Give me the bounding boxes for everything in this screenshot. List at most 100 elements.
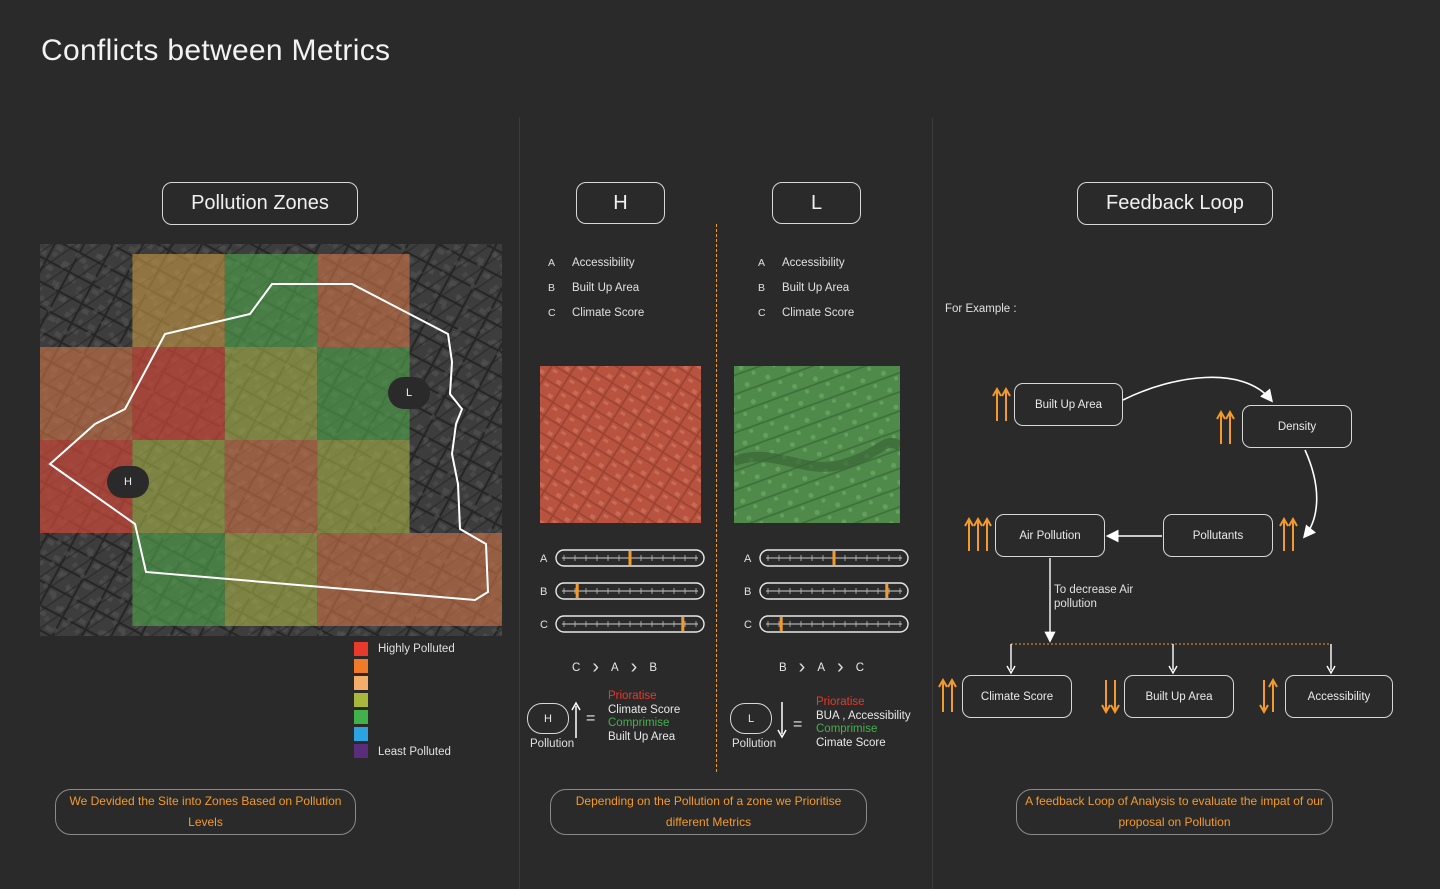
slider-label: B [540, 586, 547, 598]
zone-cell [40, 347, 133, 440]
pollution-legend [354, 642, 368, 761]
h-order-3: B [649, 661, 657, 674]
arrow-down-icon [777, 702, 787, 739]
h-metric-list: A Accessibility B Built Up Area C Climate S… [548, 250, 644, 325]
decrease-label: To decrease Air pollution [1054, 584, 1134, 610]
h-metric-item-a: A Accessibility [548, 256, 635, 269]
up-down-arrow-icon [1259, 678, 1278, 714]
slider-thumb[interactable] [885, 584, 889, 598]
h-metric-item-b: B Built Up Area [548, 281, 640, 294]
l-zone-tile [734, 366, 900, 523]
h-equals-sign: = [586, 710, 596, 727]
feedback-loop-title: Feedback Loop [1077, 182, 1273, 225]
example-label: For Example : [945, 303, 1017, 315]
double-up-arrow-icon [1279, 517, 1298, 551]
pollution-zones-title: Pollution Zones [162, 182, 358, 225]
l-order-2: A [817, 661, 826, 674]
zone-marker-l: L [388, 377, 430, 409]
zone-cell [132, 533, 225, 626]
pollution-zone-map: H L [40, 244, 502, 636]
l-pollution-badge: L [730, 703, 772, 734]
node-climate-score: Climate Score [962, 675, 1072, 718]
l-order-1: B [779, 661, 787, 674]
slider-label: C [744, 619, 752, 631]
l-summary-text: Prioratise BUA , Accessibility Comprimis… [816, 696, 911, 749]
legend-swatches [354, 642, 368, 758]
legend-swatch [354, 642, 368, 656]
zone-cell [224, 440, 318, 533]
h-metric-item-c: C Climate Score [548, 306, 645, 319]
h-slider-group: A B C [540, 549, 705, 633]
slider-thumb[interactable] [628, 551, 632, 565]
arrow-up-icon [571, 701, 581, 738]
metrics-note: Depending on the Pollution of a zone we … [550, 789, 867, 835]
node-accessibility: Accessibility [1285, 675, 1393, 718]
h-sliders: A B C [540, 549, 705, 633]
legend-swatch [354, 659, 368, 673]
l-priority-order: B › A › C [779, 656, 864, 679]
legend-swatch [354, 676, 368, 690]
zone-cell [224, 347, 318, 440]
zone-cell [132, 254, 225, 347]
arrow-density-pollutants [1302, 449, 1318, 539]
node-pollutants: Pollutants [1163, 514, 1273, 557]
map-texture [40, 244, 502, 636]
slider-thumb[interactable] [832, 551, 836, 565]
double-up-arrow-icon [1216, 410, 1235, 444]
double-down-arrow-icon [1101, 680, 1120, 714]
slider-thumb[interactable] [575, 584, 579, 598]
chevron-right-icon: › [630, 656, 638, 678]
page-title: Conflicts between Metrics [41, 34, 391, 67]
legend-swatch [354, 727, 368, 741]
chevron-right-icon: › [592, 656, 599, 678]
slider-label: B [744, 586, 751, 598]
zones-note: We Devided the Site into Zones Based on … [55, 789, 356, 835]
h-summary-text: Prioratise Climate Score Comprimise Buil… [608, 690, 681, 743]
legend-low-label: Least Polluted [378, 746, 451, 758]
l-order-3: C [855, 661, 864, 674]
l-zone-title: L [772, 182, 861, 224]
chevron-right-icon: › [837, 656, 844, 678]
slider-thumb[interactable] [681, 617, 685, 631]
h-priority-order: C › A › B [572, 656, 657, 679]
l-sliders: A B C [744, 549, 909, 633]
l-badge-caption: Pollution [732, 738, 777, 750]
l-zone-texture [734, 366, 900, 523]
triple-up-arrow-icon [964, 517, 992, 551]
slider-label: C [540, 619, 548, 631]
h-zone-texture [540, 366, 701, 523]
slider-thumb[interactable] [779, 617, 783, 631]
legend-swatch [354, 744, 368, 758]
h-badge-caption: Pollution [530, 738, 575, 750]
zone-cell [317, 533, 410, 626]
double-up-arrow-icon [992, 387, 1011, 421]
zone-cell [132, 347, 225, 440]
chevron-right-icon: › [798, 656, 806, 678]
slider-label: A [540, 553, 548, 565]
l-metric-list: A Accessibility B Built Up Area C Climate S… [758, 250, 854, 325]
slider-label: A [744, 553, 752, 565]
column-divider-left [519, 118, 520, 889]
feedback-note: A feedback Loop of Analysis to evaluate … [1016, 789, 1333, 835]
l-metric-item-c: C Climate Score [758, 306, 855, 319]
l-metric-item-a: A Accessibility [758, 256, 845, 269]
legend-swatch [354, 710, 368, 724]
h-pollution-badge: H [527, 703, 569, 734]
l-metric-item-b: B Built Up Area [758, 281, 850, 294]
h-zone-tile [540, 366, 701, 523]
node-built-up-area-result: Built Up Area [1124, 675, 1234, 718]
l-slider-group: A B C [744, 549, 909, 633]
node-air-pollution: Air Pollution [995, 514, 1105, 557]
double-up-arrow-icon [938, 678, 957, 712]
legend-high-label: Highly Polluted [378, 643, 455, 655]
hl-divider [716, 224, 717, 772]
node-built-up-area: Built Up Area [1014, 383, 1123, 426]
arrow-builtup-density [1122, 376, 1274, 403]
l-equals-sign: = [793, 716, 803, 733]
h-zone-title: H [576, 182, 665, 224]
zone-cell [317, 254, 410, 347]
zone-marker-h: H [107, 466, 149, 498]
h-order-2: A [610, 661, 619, 674]
zone-cell [224, 254, 318, 347]
node-density: Density [1242, 405, 1352, 448]
